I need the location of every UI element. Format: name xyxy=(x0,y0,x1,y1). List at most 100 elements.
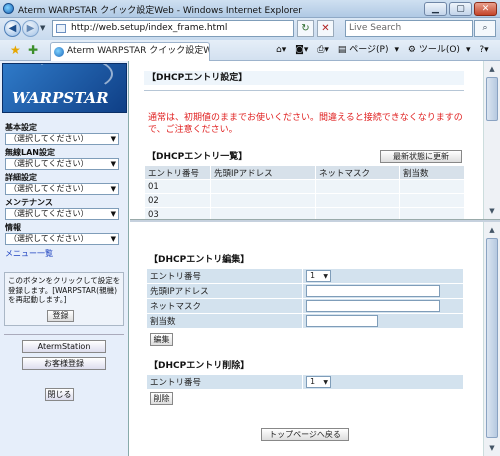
scroll-down-icon[interactable]: ▼ xyxy=(485,441,499,455)
maintenance-select[interactable]: （選択してください） ▼ xyxy=(5,208,119,220)
scroll-up-icon[interactable]: ▲ xyxy=(485,62,499,76)
sidebar-divider xyxy=(4,334,124,335)
menu-group-maintenance: メンテナンス （選択してください） ▼ xyxy=(5,198,124,220)
table-cell: 01 xyxy=(144,179,211,194)
menu-group-basic: 基本設定 （選択してください） ▼ xyxy=(5,123,124,145)
maximize-button[interactable]: ▢ xyxy=(449,2,472,16)
sidebar-frame: WARPSTAR 基本設定 （選択してください） ▼ 無線LAN設定 （選択してく… xyxy=(0,61,129,456)
logo-swirl xyxy=(33,64,113,92)
scroll-thumb[interactable] xyxy=(486,77,498,121)
entry-number-select[interactable]: 1 ▼ xyxy=(306,270,331,282)
address-input[interactable]: http://web.setup/index_frame.html xyxy=(52,20,294,37)
add-favorite-icon[interactable]: ✚ xyxy=(28,43,38,57)
scroll-down-icon[interactable]: ▼ xyxy=(485,204,499,218)
column-header: 先頭IPアドレス xyxy=(210,165,316,180)
menu-group-label: 基本設定 xyxy=(5,123,37,132)
window-title: Aterm WARPSTAR クイック設定Web - Windows Inter… xyxy=(18,6,302,16)
close-button[interactable]: 閉じる xyxy=(45,388,74,401)
sidebar-menu: 基本設定 （選択してください） ▼ 無線LAN設定 （選択してください） ▼ 詳細設… xyxy=(5,123,124,259)
form-row: ネットマスク xyxy=(146,298,464,314)
chevron-down-icon: ▼ xyxy=(110,185,116,193)
chevron-down-icon: ▼ xyxy=(323,379,328,386)
bottom-frame-scrollbar[interactable]: ▲ ▼ xyxy=(483,222,500,456)
chevron-down-icon: ▼ xyxy=(110,235,116,243)
column-header: エントリ番号 xyxy=(144,165,211,180)
ie-icon xyxy=(3,3,14,14)
table-row: 01 xyxy=(144,179,465,194)
column-header: ネットマスク xyxy=(315,165,400,180)
dhcp-entry-table: エントリ番号 先頭IPアドレス ネットマスク 割当数 01 02 03 xyxy=(144,165,465,220)
delete-entry-select[interactable]: 1 ▼ xyxy=(306,376,331,388)
close-window-button[interactable]: ✕ xyxy=(474,2,497,16)
table-header-row: エントリ番号 先頭IPアドレス ネットマスク 割当数 xyxy=(144,165,465,180)
register-button[interactable]: 登録 xyxy=(47,310,74,322)
history-dropdown-icon[interactable]: ▼ xyxy=(40,24,45,32)
delete-title: 【DHCPエントリ削除】 xyxy=(149,361,250,371)
chevron-down-icon: ▼ xyxy=(110,135,116,143)
refresh-icon[interactable]: ↻ xyxy=(297,20,314,37)
tab-bar: ★ ✚ Aterm WARPSTAR クイック設定Web ⌂▾ ◙▾ ⎙▾ ▤ … xyxy=(0,40,500,61)
menu-group-info: 情報 （選択してください） ▼ xyxy=(5,223,124,245)
feeds-icon[interactable]: ◙▾ xyxy=(295,45,308,55)
logo-text: WARPSTAR xyxy=(12,89,109,107)
menu-group-label: 詳細設定 xyxy=(5,173,37,182)
delete-form-table: エントリ番号 1 ▼ xyxy=(146,374,464,390)
address-text: http://web.setup/index_frame.html xyxy=(71,23,228,33)
menu-group-wireless: 無線LAN設定 （選択してください） ▼ xyxy=(5,148,124,170)
forward-button[interactable]: ▶ xyxy=(22,20,39,37)
table-cell xyxy=(315,179,400,194)
allocation-count-input[interactable] xyxy=(306,315,378,327)
table-cell xyxy=(399,193,465,208)
favorites-star-icon[interactable]: ★ xyxy=(10,43,21,57)
refresh-status-button[interactable]: 最新状態に更新 xyxy=(380,150,462,163)
search-input[interactable]: Live Search xyxy=(345,20,473,37)
help-icon[interactable]: ?▾ xyxy=(479,45,488,55)
home-icon[interactable]: ⌂▾ xyxy=(276,45,286,55)
table-cell xyxy=(210,193,316,208)
menu-group-label: 情報 xyxy=(5,223,21,232)
top-frame-scrollbar[interactable]: ▲ ▼ xyxy=(483,61,500,219)
table-cell xyxy=(399,179,465,194)
minimize-button[interactable]: ▁ xyxy=(424,2,447,16)
page-title: 【DHCPエントリ設定】 xyxy=(144,71,464,85)
warning-text: 通常は、初期値のままでお使いください。間違えると接続できなくなりますので、ご注意… xyxy=(148,113,463,135)
menu-list-link[interactable]: メニュー一覧 xyxy=(5,248,124,259)
scroll-up-icon[interactable]: ▲ xyxy=(485,223,499,237)
table-cell xyxy=(210,179,316,194)
customer-register-button[interactable]: お客様登録 xyxy=(22,357,106,370)
chevron-down-icon: ▼ xyxy=(110,160,116,168)
page-icon xyxy=(56,24,66,33)
tab-active[interactable]: Aterm WARPSTAR クイック設定Web xyxy=(50,42,210,61)
info-select[interactable]: （選択してください） ▼ xyxy=(5,233,119,245)
stop-icon[interactable]: ✕ xyxy=(317,20,334,37)
tab-favicon xyxy=(54,47,64,57)
netmask-input[interactable] xyxy=(306,300,440,312)
edit-button[interactable]: 編集 xyxy=(150,333,173,346)
register-note-box: このボタンをクリックして設定を登録します。[WARPSTAR(親機)を再起動しま… xyxy=(4,272,124,326)
menu-group-label: 無線LAN設定 xyxy=(5,148,55,157)
form-row: 先頭IPアドレス xyxy=(146,283,464,299)
wireless-settings-select[interactable]: （選択してください） ▼ xyxy=(5,158,119,170)
aterm-station-button[interactable]: AtermStation xyxy=(22,340,106,353)
field-label: 先頭IPアドレス xyxy=(146,283,303,299)
window-titlebar: Aterm WARPSTAR クイック設定Web - Windows Inter… xyxy=(0,0,500,18)
top-page-button[interactable]: トップページへ戻る xyxy=(261,428,349,441)
command-bar: ⌂▾ ◙▾ ⎙▾ ▤ ページ(P) ▾ ⚙ ツール(O) ▾ ?▾ xyxy=(276,43,495,58)
page-menu[interactable]: ▤ ページ(P) ▾ xyxy=(338,45,399,55)
start-ip-input[interactable] xyxy=(306,285,440,297)
back-button[interactable]: ◀ xyxy=(4,20,21,37)
advanced-settings-select[interactable]: （選択してください） ▼ xyxy=(5,183,119,195)
menu-group-label: メンテナンス xyxy=(5,198,53,207)
register-note-text: このボタンをクリックして設定を登録します。[WARPSTAR(親機)を再起動しま… xyxy=(8,276,121,304)
tools-menu[interactable]: ⚙ ツール(O) ▾ xyxy=(408,45,471,55)
form-row: 割当数 xyxy=(146,313,464,329)
delete-button[interactable]: 削除 xyxy=(150,392,173,405)
scroll-thumb[interactable] xyxy=(486,238,498,438)
basic-settings-select[interactable]: （選択してください） ▼ xyxy=(5,133,119,145)
chevron-down-icon: ▼ xyxy=(323,273,328,280)
print-icon[interactable]: ⎙▾ xyxy=(317,45,329,55)
edit-title: 【DHCPエントリ編集】 xyxy=(149,255,250,265)
warpstar-logo: WARPSTAR xyxy=(2,63,127,113)
search-icon[interactable]: ⌕ xyxy=(474,20,496,37)
dhcp-list-frame: 【DHCPエントリ設定】 通常は、初期値のままでお使いください。間違えると接続で… xyxy=(130,61,483,220)
